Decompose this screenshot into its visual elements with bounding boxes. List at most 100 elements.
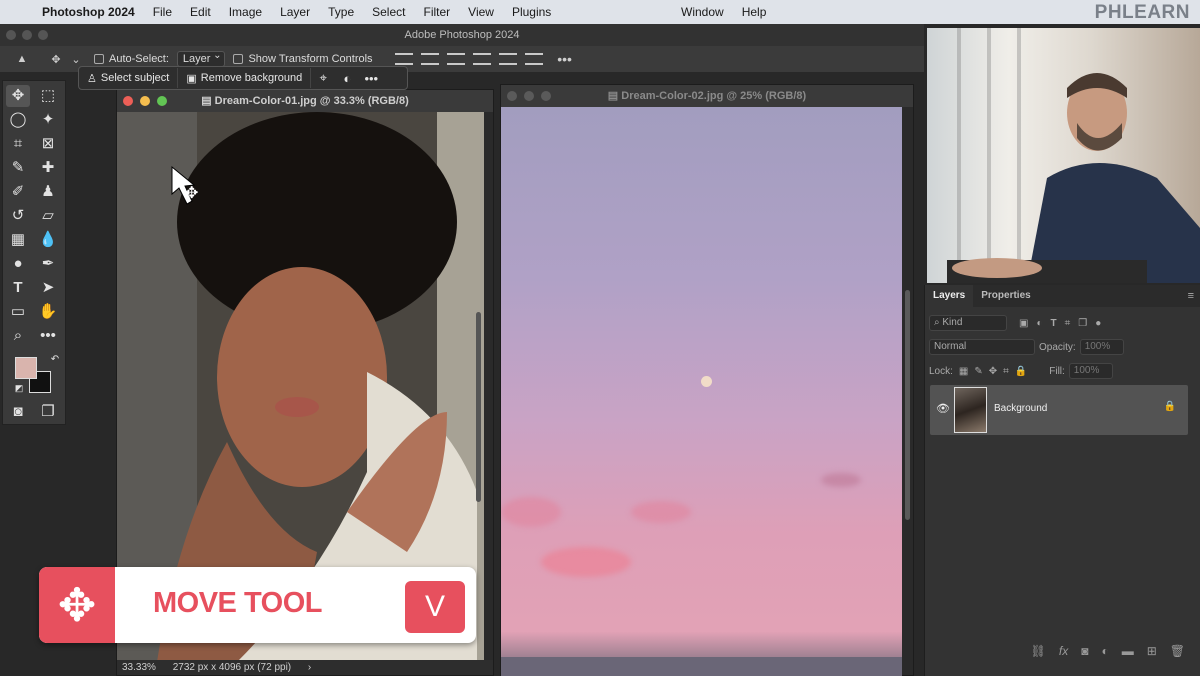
visibility-eye-icon[interactable]: 👁 [936,402,950,415]
layer-name[interactable]: Background [994,403,1047,414]
menu-type[interactable]: Type [319,5,363,19]
new-layer-icon[interactable]: ⊞ [1147,644,1157,658]
zoom-tool-icon[interactable]: ⌕ [6,325,30,347]
delete-layer-icon[interactable]: 🗑 [1170,644,1185,658]
menu-view[interactable]: View [459,5,503,19]
move-tool-options-icon[interactable]: ✥ [46,53,66,66]
align-top-icon[interactable] [394,53,413,65]
document-1-tab[interactable]: ▤ Dream-Color-01.jpg @ 33.3% (RGB/8) [117,90,493,112]
screen-mode-icon[interactable]: ❐ [36,401,60,423]
chevron-down-icon[interactable]: ⌄ [66,53,86,66]
menu-layer[interactable]: Layer [271,5,319,19]
healing-brush-icon[interactable]: ✚ [36,157,60,179]
tab-properties[interactable]: Properties [973,285,1038,307]
menu-select[interactable]: Select [363,5,414,19]
link-layers-icon[interactable]: ⛓ [1031,644,1046,658]
close-document-button[interactable] [123,96,133,106]
maximize-document-button[interactable] [541,91,551,101]
chevron-right-icon[interactable]: › [308,662,311,673]
menu-help[interactable]: Help [733,5,776,19]
minimize-document-button[interactable] [140,96,150,106]
pen-tool-icon[interactable]: ✒ [36,253,60,275]
swap-colors-icon[interactable]: ↶ [43,349,67,371]
vertical-scrollbar[interactable] [476,312,481,502]
home-icon[interactable]: ▲ [12,53,32,65]
foreground-color-swatch[interactable] [15,357,37,379]
close-document-button[interactable] [507,91,517,101]
document-2-tab[interactable]: ▤ Dream-Color-02.jpg @ 25% (RGB/8) [501,85,913,107]
opacity-input[interactable]: 100% [1079,339,1124,355]
menu-app-name[interactable]: Photoshop 2024 [42,5,144,19]
maximize-document-button[interactable] [157,96,167,106]
adjustment-layer-icon[interactable]: ◐ [1101,644,1108,658]
align-horizontal-center-icon[interactable] [498,53,517,65]
filter-adjustment-icon[interactable]: ◐ [1036,318,1042,329]
fill-input[interactable]: 100% [1068,363,1113,379]
filter-toggle-icon[interactable]: ● [1095,318,1101,329]
frame-tool-icon[interactable]: ⊠ [36,133,60,155]
crop-tool-icon[interactable]: ⌗ [6,133,30,155]
document-2-canvas[interactable] [501,107,902,676]
filter-smart-object-icon[interactable]: ❐ [1078,318,1087,329]
menu-edit[interactable]: Edit [181,5,220,19]
lasso-tool-icon[interactable]: ◯ [6,109,30,131]
menu-file[interactable]: File [144,5,181,19]
layer-lock-icon[interactable]: 🔒 [1164,401,1176,412]
new-group-icon[interactable]: ▬ [1122,644,1134,658]
show-transform-checkbox[interactable] [233,54,244,64]
path-selection-icon[interactable]: ➤ [36,277,60,299]
history-brush-icon[interactable]: ↺ [6,205,30,227]
type-tool-icon[interactable]: T [6,277,30,299]
move-tool-icon[interactable]: ✥ [6,85,30,107]
lock-position-icon[interactable]: ✥ [989,366,997,377]
layer-row-background[interactable]: 👁 Background 🔒 [930,385,1188,435]
transform-icon[interactable]: ⌖ [311,70,335,86]
default-colors-icon[interactable]: ◩ [7,377,31,399]
remove-background-button[interactable]: ▣ Remove background [178,68,312,88]
lock-transparency-icon[interactable]: ▦ [959,366,968,377]
filter-shape-icon[interactable]: ⌗ [1065,318,1071,329]
align-left-icon[interactable] [472,53,491,65]
align-vertical-center-icon[interactable] [420,53,439,65]
lock-artboard-icon[interactable]: ⌗ [1003,366,1009,377]
brush-tool-icon[interactable]: ✐ [6,181,30,203]
select-subject-button[interactable]: ♙ Select subject [79,68,179,88]
blend-mode-dropdown[interactable]: Normal [929,339,1035,355]
close-dot[interactable] [6,30,16,40]
quick-mask-icon[interactable]: ◙ [6,401,30,423]
add-mask-icon[interactable]: ◙ [1081,644,1088,658]
dodge-tool-icon[interactable]: ● [6,253,30,275]
menu-plugins[interactable]: Plugins [503,5,560,19]
stamp-tool-icon[interactable]: ♟ [36,181,60,203]
marquee-tool-icon[interactable]: ⬚ [36,85,60,107]
adjustment-icon[interactable]: ◐ [335,71,359,86]
lock-all-icon[interactable]: 🔒 [1015,366,1027,377]
align-right-icon[interactable] [524,53,543,65]
filter-pixel-icon[interactable]: ▣ [1019,318,1028,329]
vertical-scrollbar[interactable] [905,290,910,520]
more-options-icon[interactable]: ••• [555,51,575,67]
zoom-dot[interactable] [38,30,48,40]
lock-pixels-icon[interactable]: ✎ [974,366,982,377]
filter-type-icon[interactable]: T [1051,318,1057,329]
gradient-tool-icon[interactable]: ▦ [6,229,30,251]
auto-select-checkbox[interactable] [94,54,104,64]
auto-select-dropdown[interactable]: Layer [176,50,226,67]
align-bottom-icon[interactable] [446,53,465,65]
minimize-dot[interactable] [22,30,32,40]
hand-tool-icon[interactable]: ✋ [36,301,60,323]
filter-kind-dropdown[interactable]: ⌕ Kind [929,315,1007,331]
rectangle-tool-icon[interactable]: ▭ [6,301,30,323]
menu-window[interactable]: Window [672,5,733,19]
menu-filter[interactable]: Filter [414,5,459,19]
more-icon[interactable]: ••• [359,71,383,86]
blur-tool-icon[interactable]: 💧 [36,229,60,251]
zoom-level[interactable]: 33.33% [122,662,156,673]
panel-menu-icon[interactable]: ≡ [1188,290,1194,302]
fx-icon[interactable]: fx [1059,644,1068,658]
menu-image[interactable]: Image [220,5,271,19]
minimize-document-button[interactable] [524,91,534,101]
more-tools-icon[interactable]: ••• [36,325,60,347]
tab-layers[interactable]: Layers [925,285,974,307]
eraser-icon[interactable]: ▱ [36,205,60,227]
